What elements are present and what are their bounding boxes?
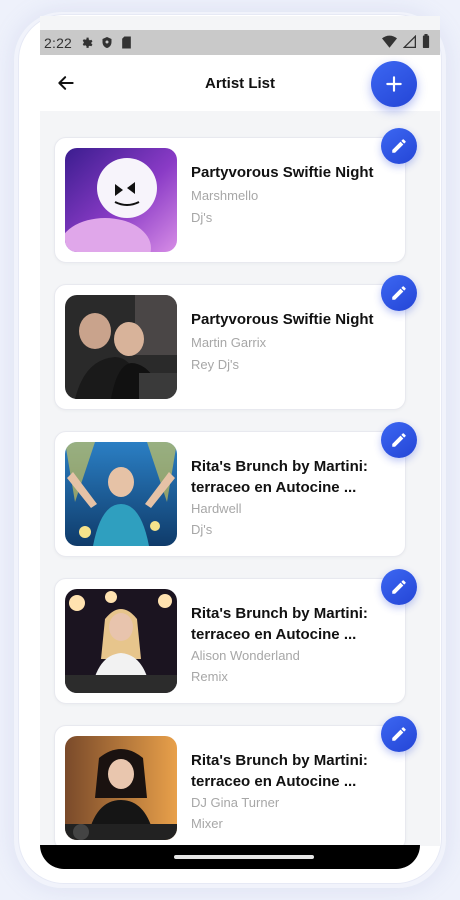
page-title: Artist List [204,74,275,92]
battery-status-icon [422,34,430,51]
artist-genre: Remix [191,669,228,684]
artist-card[interactable]: Rita's Brunch by Martini: terraceo en Au… [54,431,406,557]
edit-button[interactable] [381,128,417,164]
pencil-icon [392,580,406,594]
artist-name: Hardwell [191,501,242,516]
status-time: 2:22 [44,34,73,51]
add-artist-button[interactable] [371,61,417,107]
artist-genre: Dj's [191,210,213,225]
event-title: Rita's Brunch by Martini: terraceo en Au… [191,752,368,790]
artist-card[interactable]: Partyvorous Swiftie Night Marshmello Dj'… [54,137,406,263]
status-bar: 2:22 [40,30,440,55]
edit-button[interactable] [381,275,417,311]
edit-button[interactable] [381,716,417,752]
event-title: Rita's Brunch by Martini: terraceo en Au… [191,458,368,496]
event-title: Partyvorous Swiftie Night [191,311,374,328]
artist-genre: Dj's [191,522,213,537]
artist-photo [65,442,177,546]
artist-photo [65,589,177,693]
sd-card-status-icon [121,36,132,49]
event-title: Rita's Brunch by Martini: terraceo en Au… [191,605,368,643]
artist-name: Alison Wonderland [191,648,300,663]
pencil-icon [392,727,406,741]
pencil-icon [392,433,406,447]
artist-photo [65,295,177,399]
home-indicator[interactable] [174,855,314,859]
phone-screen: 2:22 Artist List Partyvorous Swiftie Nig… [40,16,440,846]
wifi-status-icon [382,35,397,51]
artist-genre: Mixer [191,816,223,831]
artist-photo [65,736,177,840]
pencil-icon [392,139,406,153]
arrow-left-icon [58,76,74,90]
edit-button[interactable] [381,569,417,605]
settings-status-icon [80,36,93,49]
event-title: Partyvorous Swiftie Night [191,164,374,181]
shield-status-icon [101,36,113,49]
artist-card[interactable]: Partyvorous Swiftie Night Martin Garrix … [54,284,406,410]
artist-card[interactable]: Rita's Brunch by Martini: terraceo en Au… [54,725,406,846]
artist-name: Martin Garrix [191,335,267,350]
back-button[interactable] [54,71,78,95]
system-navigation-bar [40,845,420,869]
pencil-icon [392,286,406,300]
artist-photo [65,148,177,252]
edit-button[interactable] [381,422,417,458]
artist-genre: Rey Dj's [191,357,239,372]
signal-status-icon [402,34,416,51]
artist-card[interactable]: Rita's Brunch by Martini: terraceo en Au… [54,578,406,704]
artist-name: DJ Gina Turner [191,795,280,810]
artist-name: Marshmello [191,188,259,203]
plus-icon [386,76,402,92]
